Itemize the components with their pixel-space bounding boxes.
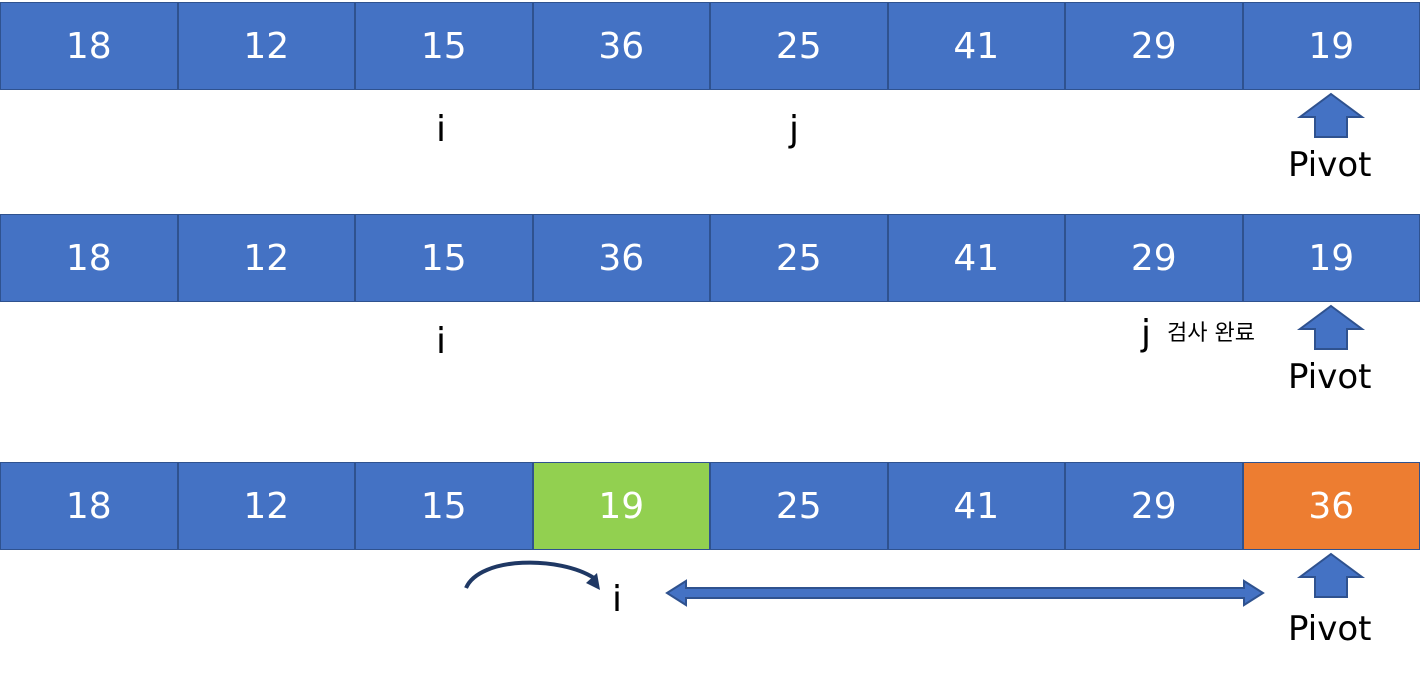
double-arrow-icon [665, 579, 1265, 607]
pivot-arrow-icon [1296, 92, 1366, 138]
pivot-arrow-icon [1296, 552, 1366, 598]
curved-arrow-icon [464, 560, 596, 589]
arrows-overlay [464, 92, 1366, 607]
pivot-arrow-icon [1296, 304, 1366, 350]
